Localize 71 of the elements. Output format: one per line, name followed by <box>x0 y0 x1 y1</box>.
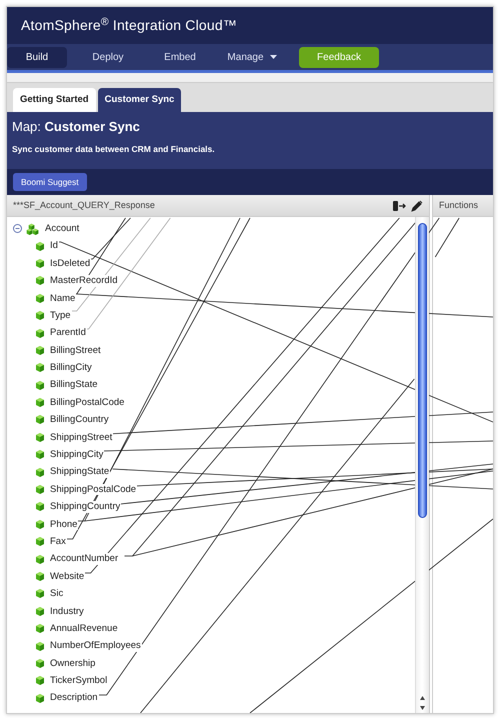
nav-item[interactable]: Embed <box>149 46 211 68</box>
cube-icon <box>35 501 45 512</box>
tree-item[interactable]: ShippingCountry <box>49 501 122 513</box>
cube-icon <box>35 380 45 391</box>
tree-item[interactable]: BillingState <box>49 379 99 391</box>
tree-item[interactable]: MasterRecordId <box>49 275 119 287</box>
nav-dropdown[interactable]: Manage <box>221 46 283 68</box>
tree-item[interactable]: TickerSymbol <box>49 675 108 687</box>
cube-icon <box>35 449 45 460</box>
tree-item[interactable]: Fax <box>49 536 67 548</box>
tree-item[interactable]: Description <box>49 692 99 704</box>
cube-icon <box>35 484 45 496</box>
cube-icon <box>35 571 45 582</box>
export-icon[interactable] <box>393 200 407 212</box>
map-title: Map: Customer Sync <box>12 118 141 136</box>
tree-item[interactable]: NumberOfEmployees <box>49 640 142 652</box>
collapse-toggle-icon[interactable] <box>13 224 22 234</box>
tree-item[interactable]: IsDeleted <box>49 258 92 270</box>
tree-item[interactable]: ShippingCity <box>49 449 104 461</box>
tree-item[interactable]: Account <box>44 222 80 234</box>
tree-item[interactable]: Name <box>49 292 76 304</box>
panel-title: Functions <box>439 198 478 212</box>
scroll-arrows-icon[interactable] <box>419 695 426 711</box>
tree-item[interactable]: ShippingStreet <box>49 432 114 444</box>
panel-title: ***SF_Account_QUERY_Response <box>13 198 155 212</box>
cube-icon <box>35 292 45 304</box>
cube-icon <box>35 275 45 286</box>
edit-icon[interactable] <box>411 200 423 212</box>
cube-icon <box>35 536 45 548</box>
cube-icon <box>35 328 45 339</box>
map-description: Sync customer data between CRM and Financials. <box>12 142 216 156</box>
tree-item[interactable]: BillingStreet <box>49 344 102 356</box>
tree-item[interactable]: Phone <box>49 518 78 530</box>
tree-item[interactable]: Type <box>49 310 72 322</box>
cube-icon <box>35 310 45 322</box>
cube-icon <box>35 362 45 374</box>
tree-item[interactable]: ShippingState <box>49 466 110 478</box>
tree-item[interactable]: BillingPostalCode <box>49 396 126 408</box>
cube-icon <box>35 258 45 269</box>
boomi-suggest-button[interactable]: Boomi Suggest <box>13 172 87 192</box>
tree-item[interactable]: AnnualRevenue <box>49 622 119 634</box>
scrollbar[interactable] <box>415 217 429 713</box>
app-title: AtomSphere$^{®}$ Integration Cloud™ <box>21 15 238 35</box>
cube-icon <box>35 518 45 530</box>
tree-item[interactable]: Website <box>49 570 86 582</box>
tree-item[interactable]: Ownership <box>49 658 96 670</box>
cube-icon <box>35 240 45 252</box>
cube-icon <box>35 554 45 565</box>
cube-icon <box>35 432 45 443</box>
tree-item[interactable]: AccountNumber <box>49 553 120 565</box>
cube-icon <box>35 640 45 652</box>
cube-icon <box>35 466 45 478</box>
caret-icon <box>270 55 277 59</box>
tree-item[interactable]: BillingCity <box>49 362 93 374</box>
tab[interactable]: Getting Started <box>13 88 96 112</box>
cube-icon <box>35 588 45 600</box>
cube-icon <box>35 397 45 408</box>
cube-icon <box>35 414 45 426</box>
cube-group-icon <box>26 222 40 235</box>
cube-icon <box>35 344 45 356</box>
cube-icon <box>35 692 45 704</box>
cube-icon <box>35 675 45 686</box>
cube-icon <box>35 658 45 669</box>
tree-item[interactable]: Industry <box>49 606 85 618</box>
nav-item[interactable]: Deploy <box>77 46 139 68</box>
tree-item[interactable]: ShippingPostalCode <box>49 484 138 496</box>
tab[interactable]: Customer Sync <box>98 88 182 112</box>
cube-icon <box>35 623 45 634</box>
tree-item[interactable]: BillingCountry <box>49 414 110 426</box>
nav-item[interactable]: Build <box>7 46 67 68</box>
cube-icon <box>35 606 45 617</box>
